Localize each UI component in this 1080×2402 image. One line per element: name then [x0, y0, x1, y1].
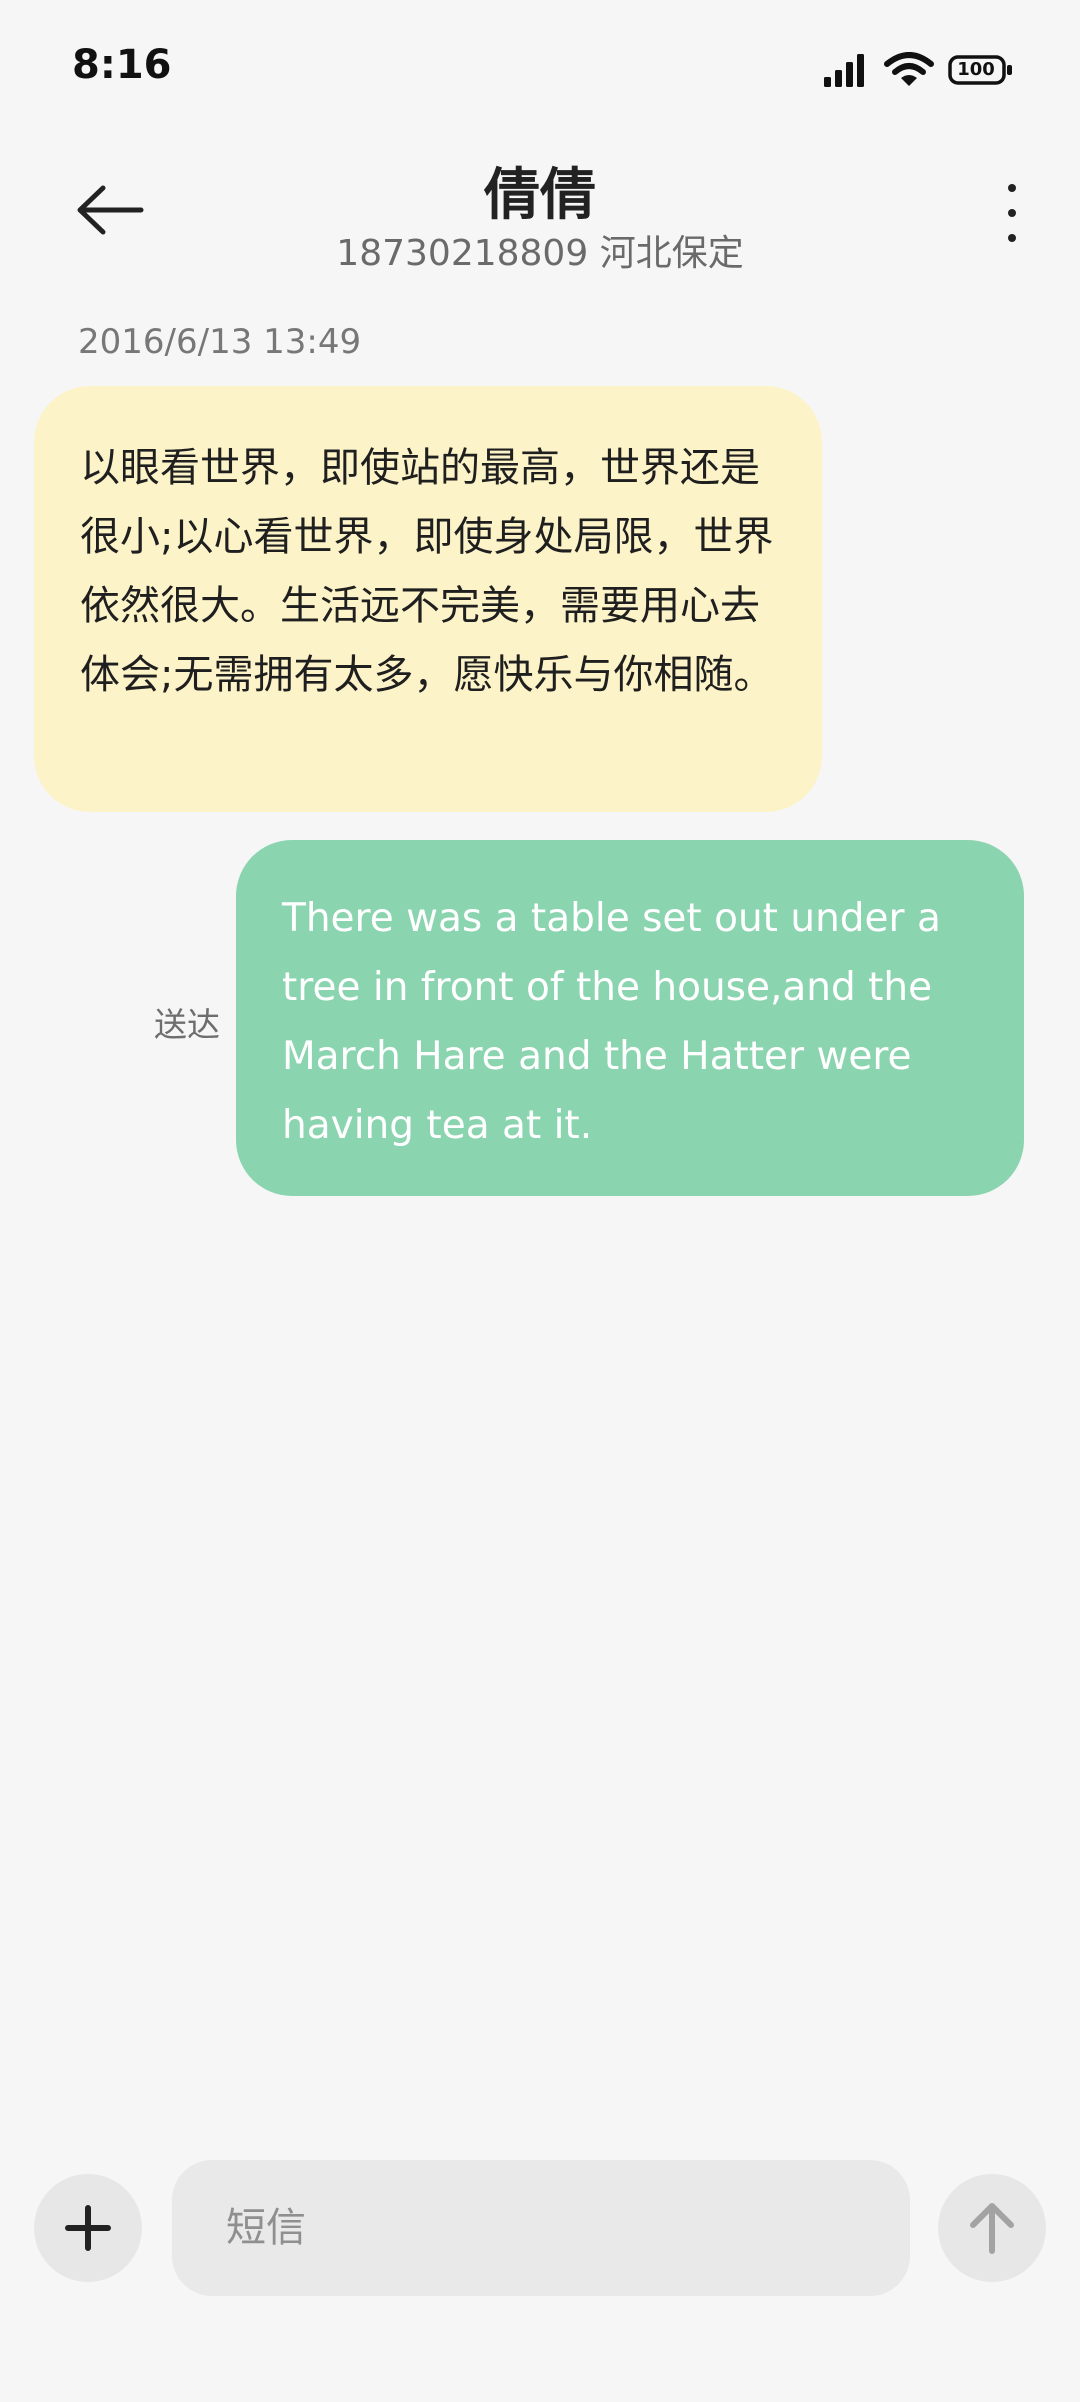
contact-name: 倩倩: [484, 163, 596, 228]
more-options-button[interactable]: [992, 178, 1032, 248]
incoming-message-text: 以眼看世界，即使站的最高，世界还是很小;以心看世界，即使身处局限，世界依然很大。…: [80, 445, 774, 698]
battery-level: 100: [957, 59, 995, 80]
status-icons: 100: [822, 52, 1014, 92]
outgoing-message-bubble[interactable]: There was a table set out under a tree i…: [236, 840, 1024, 1196]
status-time: 8:16: [72, 42, 172, 88]
wifi-icon: [884, 52, 934, 92]
signal-icon: [822, 53, 870, 91]
contact-detail: 18730218809 河北保定: [336, 233, 744, 274]
arrow-up-icon: [970, 2203, 1014, 2254]
message-input[interactable]: [172, 2160, 910, 2296]
delivery-status: 送达: [154, 1005, 220, 1044]
message-timestamp: 2016/6/13 13:49: [78, 322, 362, 362]
add-attachment-button[interactable]: [34, 2174, 142, 2282]
plus-icon: [65, 2205, 111, 2251]
send-button[interactable]: [938, 2174, 1046, 2282]
incoming-message-bubble[interactable]: 以眼看世界，即使站的最高，世界还是很小;以心看世界，即使身处局限，世界依然很大。…: [34, 386, 822, 812]
more-vertical-icon: [1008, 184, 1016, 192]
conversation-header: 倩倩 18730218809 河北保定: [0, 140, 1080, 290]
outgoing-message-text: There was a table set out under a tree i…: [282, 896, 941, 1148]
status-bar: 8:16 100: [0, 0, 1080, 140]
battery-icon: 100: [948, 55, 1014, 89]
